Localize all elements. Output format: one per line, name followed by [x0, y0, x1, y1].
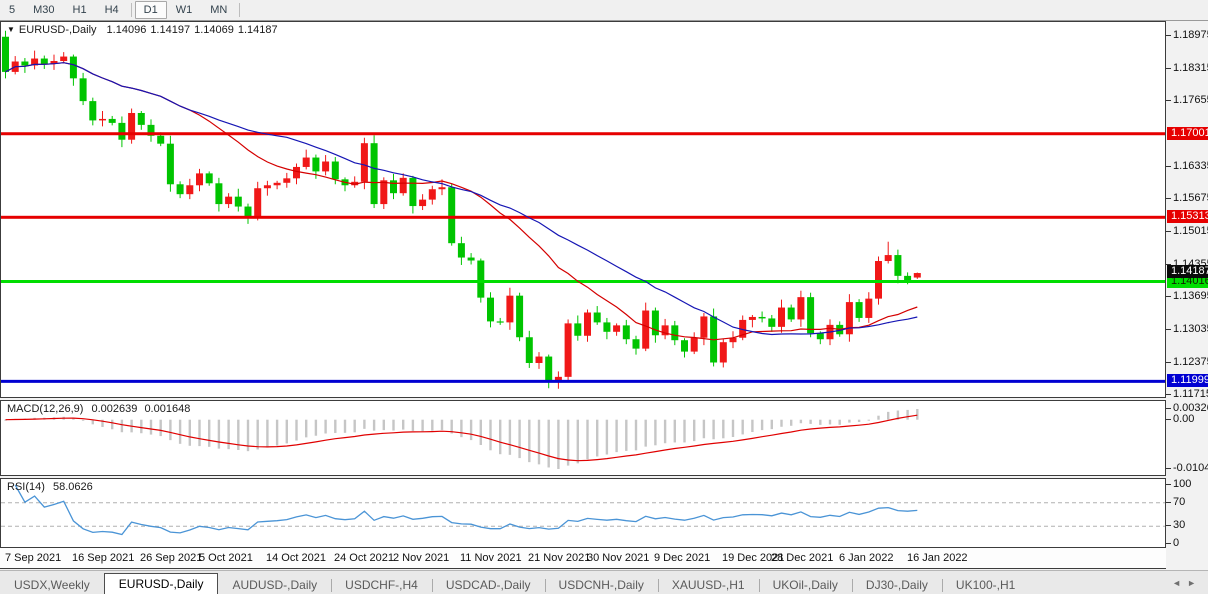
- trading-platform-window: 5 M30 H1 H4 D1 W1 MN ▼ EURUSD-,Daily 1.140…: [0, 0, 1208, 594]
- macd-axis-label: 0.00: [1166, 413, 1194, 425]
- timeframe-button-h1[interactable]: H1: [64, 1, 96, 19]
- toolbar-separator: [239, 3, 240, 17]
- price-tick-label: 1.16335: [1166, 160, 1208, 172]
- macd-label: MACD(12,26,9) 0.002639 0.001648: [7, 403, 190, 415]
- price-tick-label: 1.15015: [1166, 225, 1208, 237]
- date-tick-label: 28 Dec 2021: [771, 552, 833, 564]
- chevron-down-icon[interactable]: ▼: [7, 25, 15, 34]
- date-tick-label: 24 Oct 2021: [334, 552, 394, 564]
- timeframe-button-m5[interactable]: 5: [0, 1, 24, 19]
- tab-xauusd-h1[interactable]: XAUUSD-,H1: [658, 576, 759, 594]
- rsi-axis-label: 70: [1166, 496, 1185, 508]
- price-tick-label: 1.11715: [1166, 388, 1208, 400]
- date-tick-label: 11 Nov 2021: [460, 552, 522, 564]
- candlestick-chart[interactable]: [1, 22, 1165, 397]
- ohlc-high: 1.14197: [150, 24, 190, 36]
- tab-scroll-buttons: ◄►: [1172, 578, 1202, 588]
- price-level-label: 1.11999: [1167, 374, 1208, 387]
- tab-scroll-left-icon[interactable]: ◄: [1172, 578, 1187, 588]
- time-scale-axis[interactable]: 7 Sep 2021 16 Sep 2021 26 Sep 20215 Oct 20…: [0, 548, 1166, 569]
- timeframe-toolbar: 5 M30 H1 H4 D1 W1 MN: [0, 0, 1208, 21]
- tab-dj30-daily[interactable]: DJ30-,Daily: [852, 576, 942, 594]
- chart-title: ▼ EURUSD-,Daily 1.140961.14197 1.14069 1.141…: [7, 24, 282, 36]
- price-chart-panel[interactable]: ▼ EURUSD-,Daily 1.140961.14197 1.14069 1.141…: [0, 21, 1166, 398]
- chart-symbol-label: EURUSD-,Daily: [19, 24, 97, 36]
- rsi-axis-label: 0: [1166, 537, 1179, 549]
- timeframe-button-mn[interactable]: MN: [201, 1, 236, 19]
- tab-usdcnh-daily[interactable]: USDCNH-,Daily: [545, 576, 658, 594]
- price-tick-label: 1.17655: [1166, 94, 1208, 106]
- tab-uk100-h1[interactable]: UK100-,H1: [942, 576, 1029, 594]
- rsi-label: RSI(14) 58.0626: [7, 481, 93, 493]
- tab-usdchf-h4[interactable]: USDCHF-,H4: [331, 576, 432, 594]
- price-tick-label: 1.18315: [1166, 62, 1208, 74]
- ohlc-low: 1.14069: [194, 24, 234, 36]
- chart-tab-bar: USDX,Weekly EURUSD-,Daily AUDUSD-,Daily …: [0, 570, 1208, 594]
- date-tick-label: 7 Sep 2021: [5, 552, 61, 564]
- tab-eurusd-daily[interactable]: EURUSD-,Daily: [104, 573, 219, 594]
- macd-value-main: 0.002639: [91, 403, 137, 415]
- rsi-chart[interactable]: [1, 479, 1165, 547]
- tab-audusd-daily[interactable]: AUDUSD-,Daily: [218, 576, 331, 594]
- macd-indicator-panel[interactable]: MACD(12,26,9) 0.002639 0.001648: [0, 400, 1166, 476]
- price-tick-label: 1.18975: [1166, 29, 1208, 41]
- ohlc-close: 1.14187: [238, 24, 278, 36]
- toolbar-separator: [131, 3, 132, 17]
- date-tick-label: 6 Jan 2022: [839, 552, 893, 564]
- timeframe-button-m30[interactable]: M30: [24, 1, 63, 19]
- rsi-axis-label: 100: [1166, 478, 1191, 490]
- timeframe-button-w1[interactable]: W1: [167, 1, 202, 19]
- date-tick-label: 30 Nov 2021: [587, 552, 649, 564]
- date-tick-label: 26 Sep 2021: [140, 552, 202, 564]
- current-price-label: 1.14187: [1167, 265, 1208, 278]
- tab-usdcad-daily[interactable]: USDCAD-,Daily: [432, 576, 545, 594]
- ohlc-open: 1.14096: [107, 24, 147, 36]
- rsi-axis-label: 30: [1166, 519, 1185, 531]
- price-tick-label: 1.13695: [1166, 290, 1208, 302]
- date-tick-label: 14 Oct 2021: [266, 552, 326, 564]
- macd-name: MACD(12,26,9): [7, 403, 83, 415]
- price-level-label: 1.17001: [1167, 127, 1208, 140]
- date-tick-label: 16 Jan 2022: [907, 552, 968, 564]
- rsi-indicator-panel[interactable]: RSI(14) 58.0626: [0, 478, 1166, 548]
- macd-axis-label: -0.010436: [1166, 462, 1208, 474]
- rsi-value: 58.0626: [53, 481, 93, 493]
- price-tick-label: 1.12375: [1166, 356, 1208, 368]
- date-tick-label: 5 Oct 2021: [199, 552, 253, 564]
- date-tick-label: 16 Sep 2021: [72, 552, 134, 564]
- price-scale-axis[interactable]: 1.18975 1.18315 1.17655 1.16335 1.15675 1.150…: [1166, 21, 1208, 548]
- rsi-name: RSI(14): [7, 481, 45, 493]
- price-tick-label: 1.15675: [1166, 192, 1208, 204]
- price-tick-label: 1.13035: [1166, 323, 1208, 335]
- date-tick-label: 21 Nov 2021: [528, 552, 590, 564]
- timeframe-button-h4[interactable]: H4: [96, 1, 128, 19]
- tab-ukoil-daily[interactable]: UKOil-,Daily: [759, 576, 852, 594]
- tab-usdx-weekly[interactable]: USDX,Weekly: [0, 576, 104, 594]
- timeframe-button-d1[interactable]: D1: [135, 1, 167, 19]
- tab-scroll-right-icon[interactable]: ►: [1187, 578, 1202, 588]
- date-tick-label: 2 Nov 2021: [393, 552, 449, 564]
- price-level-label: 1.15313: [1167, 210, 1208, 223]
- date-tick-label: 9 Dec 2021: [654, 552, 710, 564]
- macd-value-signal: 0.001648: [144, 403, 190, 415]
